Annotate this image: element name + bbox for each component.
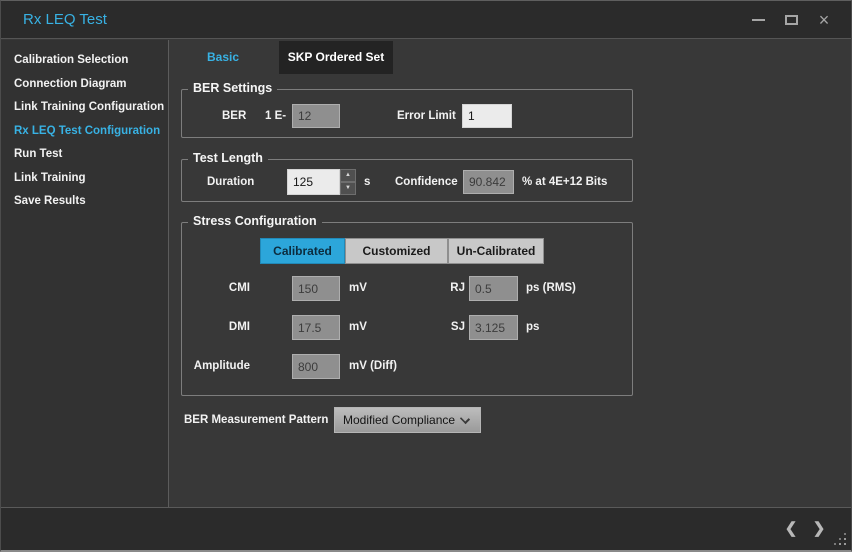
ber-settings-title: BER Settings (188, 81, 277, 95)
title-bar: Rx LEQ Test × (1, 1, 851, 39)
sidebar-item-save-results[interactable]: Save Results (1, 190, 168, 214)
tab-skp-ordered-set[interactable]: SKP Ordered Set (279, 41, 393, 74)
sidebar-item-link-training-configuration[interactable]: Link Training Configuration (1, 96, 168, 120)
next-page-button[interactable]: ❯ (809, 517, 829, 541)
duration-unit: s (364, 169, 370, 195)
window-title: Rx LEQ Test (23, 1, 107, 39)
sj-label: SJ (412, 315, 465, 340)
spin-down-icon: ▼ (345, 185, 351, 191)
minimize-icon (752, 19, 765, 21)
confidence-suffix: % at 4E+12 Bits (522, 169, 607, 195)
amplitude-unit: mV (Diff) (349, 354, 397, 379)
prev-page-button[interactable]: ❮ (781, 517, 801, 541)
duration-label: Duration (207, 169, 254, 195)
spin-up-icon: ▲ (345, 172, 351, 178)
ber-settings-group: BER Settings BER 1 E- Error Limit (181, 89, 633, 138)
rj-input (469, 276, 518, 301)
close-icon: × (819, 11, 830, 29)
app-window: Rx LEQ Test × Calibration Selection Conn… (0, 0, 852, 552)
confidence-input (463, 170, 514, 194)
cmi-label: CMI (192, 276, 250, 301)
maximize-icon (785, 15, 798, 25)
duration-spinner: ▲ ▼ (340, 169, 356, 195)
confidence-label: Confidence (395, 169, 458, 195)
ber-measurement-pattern-label: BER Measurement Pattern (184, 407, 328, 433)
close-button[interactable]: × (811, 1, 837, 38)
maximize-button[interactable] (778, 1, 804, 38)
ber-label: BER (222, 104, 246, 128)
resize-grip[interactable] (844, 543, 846, 545)
error-limit-label: Error Limit (397, 104, 456, 128)
error-limit-input[interactable] (462, 104, 512, 128)
ber-exponent-prefix: 1 E- (265, 104, 286, 128)
dmi-unit: mV (349, 315, 367, 340)
cmi-input (292, 276, 340, 301)
sidebar-item-link-training[interactable]: Link Training (1, 167, 168, 191)
dmi-input (292, 315, 340, 340)
rj-label: RJ (412, 276, 465, 301)
dropdown-selected-value: Modified Compliance (343, 408, 455, 432)
sidebar-item-calibration-selection[interactable]: Calibration Selection (1, 49, 168, 73)
sidebar-item-run-test[interactable]: Run Test (1, 143, 168, 167)
spin-up-button[interactable]: ▲ (340, 169, 356, 182)
main-content: Basic SKP Ordered Set BER Settings BER 1… (170, 40, 852, 510)
sj-input (469, 315, 518, 340)
customized-button[interactable]: Customized (345, 238, 448, 264)
tab-basic[interactable]: Basic (191, 41, 255, 73)
stress-configuration-title: Stress Configuration (188, 214, 322, 228)
spin-down-button[interactable]: ▼ (340, 182, 356, 195)
amplitude-label: Amplitude (192, 354, 250, 379)
test-length-group: Test Length Duration ▲ ▼ s Confidence % … (181, 159, 633, 202)
cmi-unit: mV (349, 276, 367, 301)
footer-bar: ❮ ❯ (1, 507, 851, 550)
un-calibrated-button[interactable]: Un-Calibrated (448, 238, 544, 264)
minimize-button[interactable] (745, 1, 771, 38)
duration-input[interactable] (287, 169, 340, 195)
amplitude-input (292, 354, 340, 379)
sidebar-item-rx-leq-test-configuration[interactable]: Rx LEQ Test Configuration (1, 120, 168, 144)
test-length-title: Test Length (188, 151, 268, 165)
chevron-down-icon (460, 414, 470, 424)
ber-exponent-input (292, 104, 340, 128)
sidebar-item-connection-diagram[interactable]: Connection Diagram (1, 73, 168, 97)
sj-unit: ps (526, 315, 539, 340)
calibrated-button[interactable]: Calibrated (260, 238, 345, 264)
stress-configuration-group: Stress Configuration Calibrated Customiz… (181, 222, 633, 396)
sidebar: Calibration Selection Connection Diagram… (1, 40, 169, 510)
dmi-label: DMI (192, 315, 250, 340)
ber-measurement-pattern-dropdown[interactable]: Modified Compliance (334, 407, 481, 433)
rj-unit: ps (RMS) (526, 276, 576, 301)
